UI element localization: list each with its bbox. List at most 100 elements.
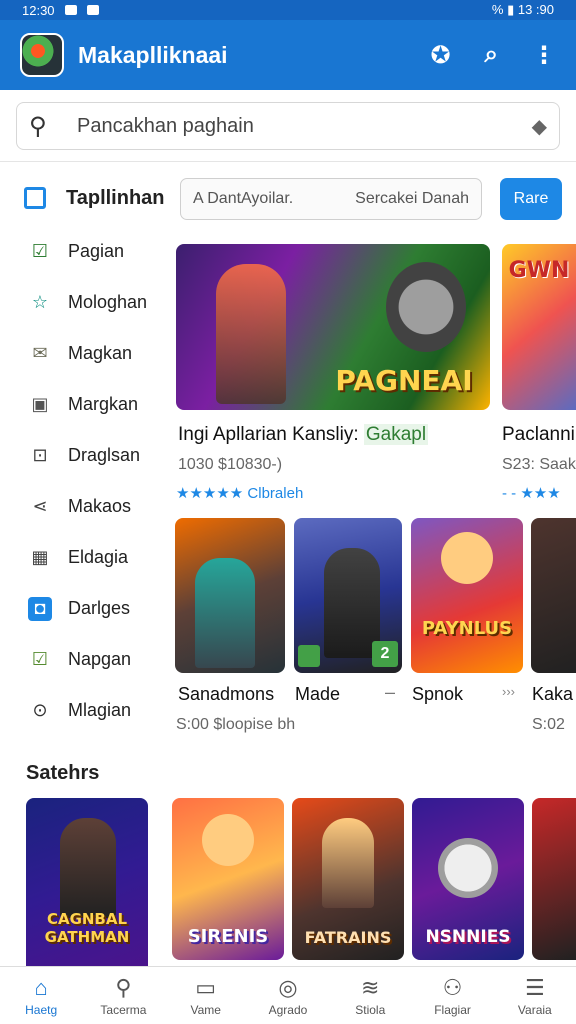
rating-label: Clbraleh [247,485,304,502]
nav-item-label: Agrado [268,1002,308,1017]
game-tile-label: FATRAINS [304,928,392,948]
featured-art-label: GWN [508,258,570,283]
envelope-icon: ✉ [32,343,48,363]
game-tile-label: SIRENIS [187,926,269,948]
featured-title-main: Ingi Apllarian Kansliy: [178,424,359,445]
sidebar-item-label: Magkan [68,343,133,363]
window-icon: ▭ [195,974,217,1000]
sidebar: Tapllinhan ☑ Pagian ☆ Mologhan ✉ Magkan ▣ Margk… [0,170,170,750]
check-box-icon: ☑ [31,241,49,261]
notification-icon [64,5,77,15]
box-icon: ▣ [31,394,49,414]
voice-icon[interactable]: ◆ [532,114,547,139]
game-tile-art[interactable]: SIRENIS [172,798,284,960]
game-tile-title[interactable]: Kaka [532,684,573,705]
nav-item[interactable]: ≋ Stiola [329,967,411,1024]
game-tile-art[interactable]: CAGNBAL GATHMAN [26,798,148,966]
sidebar-item[interactable]: ⊙ Mlagian [0,685,170,736]
stack-icon: ≋ [361,974,380,1000]
badge-icon: 2 [372,641,398,667]
game-tile-title[interactable]: Sanadmons [178,684,274,705]
game-tile-price: S:00 $loopise bh [176,716,296,733]
sidebar-item-label: Draglsan [68,445,141,465]
filter-left: A DantAyoilar. [193,190,294,207]
featured-title[interactable]: Paclanni [502,424,575,446]
sidebar-item-label: Margkan [68,394,139,414]
filter-right: Sercakei Danah [355,190,469,207]
sidebar-item[interactable]: ⊡ Draglsan [0,430,170,481]
star-icons: ★★★★★ [176,485,244,502]
filter-bar[interactable]: A DantAyoilar. Sercakei Danah [180,178,482,220]
sidebar-item[interactable]: ☑ Napgan [0,634,170,685]
sidebar-header[interactable]: Tapllinhan [0,170,170,226]
game-tile-art[interactable]: 2 [294,518,402,673]
nav-item[interactable]: ⚇ Flagiar [411,967,493,1024]
game-tile-art[interactable]: PAYNLUS [411,518,523,673]
app-title: Makaplliknaai [78,41,228,68]
sidebar-item-label: Pagian [68,241,125,261]
nav-item-label: Tacerma [100,1002,147,1017]
sidebar-item[interactable]: ☑ Pagian [0,226,170,277]
sidebar-item-label: Mologhan [68,292,148,312]
menu-icon: ☰ [524,974,545,1000]
nav-item[interactable]: ☰ Varaia [494,967,576,1024]
game-tile-title[interactable]: Spnok [412,684,463,705]
sidebar-item[interactable]: ◘ Darlges [0,583,170,634]
search-icon[interactable]: ⌕ [485,41,498,69]
game-tile-art[interactable] [175,518,285,673]
badge-icon [298,645,320,667]
badge-icon[interactable]: ✪ [430,41,450,70]
separator: – [385,682,396,702]
featured-price: S23: Saak [502,456,576,473]
app-bar: Makaplliknaai ✪ ⌕ ⋮ [0,20,576,90]
featured-rating: - - ★★★ [502,485,561,502]
status-time: 12:30 [22,2,55,18]
sidebar-item[interactable]: ▣ Margkan [0,379,170,430]
section-title: Satehrs [26,762,100,784]
sidebar-item-label: Mlagian [68,700,132,720]
game-tile-art[interactable]: NSNNIES [412,798,524,960]
nav-item-label: Varaia [517,1002,552,1017]
search-icon: ⚲ [115,974,132,1000]
sidebar-item[interactable]: ✉ Magkan [0,328,170,379]
game-tile-art[interactable]: FATRAINS [292,798,404,960]
sidebar-item[interactable]: ⋖ Makaos [0,481,170,532]
check-square-icon: ☑ [31,649,49,669]
sidebar-item-label: Napgan [68,649,132,669]
grid-icon: ▦ [31,547,49,567]
game-tile-label: NSNNIES [425,927,511,948]
app-logo[interactable] [20,33,64,77]
game-tile-art[interactable] [531,518,576,673]
nav-item[interactable]: ◎ Agrado [247,967,329,1024]
game-tile-title[interactable]: Made [295,684,340,705]
nav-item-label: Flagiar [434,1002,471,1017]
more-vert-icon[interactable]: ⋮ [532,41,556,70]
people-icon: ⚇ [442,974,463,1000]
chat-bubble-icon: ◘ [28,596,52,621]
game-tile-art[interactable] [532,798,576,960]
sidebar-item[interactable]: ▦ Eldagia [0,532,170,583]
sidebar-header-label: Tapllinhan [66,186,165,209]
nav-item-label: Haetg [25,1002,58,1017]
nav-item[interactable]: ⌂ Haetg [0,967,82,1024]
featured-title[interactable]: Ingi Apllarian Kansliy: Gakapl [178,424,429,446]
rare-button[interactable]: Rare [500,178,562,220]
search-input[interactable]: ⚲ Pancakhan paghain ◆ [16,102,560,150]
featured-art-label: PAGNEAI [335,363,473,397]
sidebar-item[interactable]: ☆ Mologhan [0,277,170,328]
record-icon: ⊙ [32,700,48,720]
featured-rating: ★★★★★ Clbraleh [176,484,303,502]
store-icon [24,187,46,209]
featured-art[interactable]: GWN [502,244,576,410]
status-right: % ▮ 13 :90 [491,2,554,17]
featured-price: 1030 $10830-) [178,456,283,473]
sidebar-item-label: Darlges [68,598,131,618]
nav-item[interactable]: ⚲ Tacerma [82,967,164,1024]
bottom-nav: ⌂ Haetg ⚲ Tacerma ▭ Vame ◎ Agrado ≋ Stiola ⚇ Flagia… [0,966,576,1024]
featured-art[interactable]: PAGNEAI [176,244,490,410]
notification-icon [86,5,99,15]
sidebar-item-label: Makaos [68,496,132,516]
nav-item-label: Stiola [355,1002,386,1017]
nav-item[interactable]: ▭ Vame [165,967,247,1024]
compass-icon: ◎ [278,974,298,1000]
